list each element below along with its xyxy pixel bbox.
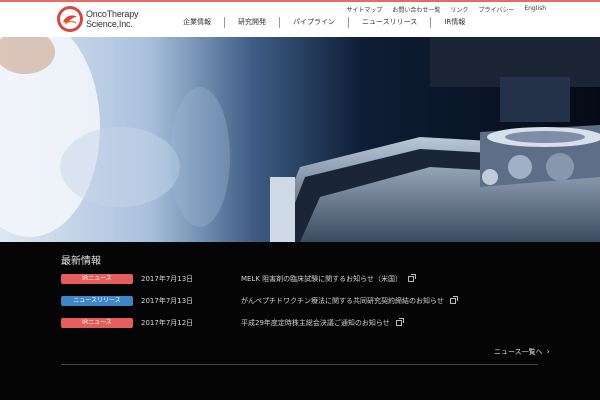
category-badge: ニュースリリース <box>61 296 133 306</box>
news-heading: 最新情報 <box>61 256 101 267</box>
main-navigation: 企業情報 研究開発 パイプライン ニュースリリース IR情報 <box>170 17 465 28</box>
news-item[interactable]: IRニュース 2017年7月13日 MELK 阻害剤の臨床試験に関するお知らせ（… <box>61 274 541 286</box>
news-item[interactable]: IRニュース 2017年7月12日 平成29年度定時株主総会決議ご通知のお知らせ <box>61 318 541 330</box>
news-item[interactable]: ニュースリリース 2017年7月13日 がんペプチドワクチン療法に関する共同研究… <box>61 296 541 308</box>
news-headline[interactable]: MELK 阻害剤の臨床試験に関するお知らせ（米国） <box>241 274 417 284</box>
news-date: 2017年7月12日 <box>141 319 194 327</box>
nav-item-ir[interactable]: IR情報 <box>431 17 465 28</box>
logo-emblem-icon <box>57 6 83 32</box>
utility-links: サイトマップ お問い合わせ一覧 リンク プライバシー English <box>346 5 546 14</box>
divider <box>61 364 538 365</box>
news-section: 最新情報 IRニュース 2017年7月13日 MELK 阻害剤の臨床試験に関する… <box>0 242 600 400</box>
news-more-link[interactable]: ニュース一覧へ › <box>494 347 550 357</box>
category-badge: IRニュース <box>61 318 133 328</box>
utility-link-english[interactable]: English <box>524 5 546 14</box>
utility-link-sitemap[interactable]: サイトマップ <box>346 5 382 14</box>
external-link-icon <box>395 318 404 326</box>
utility-link-contact[interactable]: お問い合わせ一覧 <box>392 5 440 14</box>
external-link-icon <box>408 274 417 282</box>
site-header: OncoTherapy Science,Inc. サイトマップ お問い合わせ一覧… <box>0 2 600 37</box>
nav-item-research[interactable]: 研究開発 <box>225 17 280 28</box>
news-date: 2017年7月13日 <box>141 275 194 283</box>
category-badge: IRニュース <box>61 274 133 284</box>
news-date: 2017年7月13日 <box>141 297 194 305</box>
external-link-icon <box>449 296 458 304</box>
news-headline[interactable]: がんペプチドワクチン療法に関する共同研究契約締結のお知らせ <box>241 296 458 306</box>
utility-link-privacy[interactable]: プライバシー <box>478 5 514 14</box>
news-headline[interactable]: 平成29年度定時株主総会決議ご通知のお知らせ <box>241 318 404 328</box>
utility-link-links[interactable]: リンク <box>450 5 468 14</box>
company-logo[interactable]: OncoTherapy Science,Inc. <box>56 5 146 35</box>
chevron-right-icon: › <box>546 347 550 356</box>
nav-item-pipeline[interactable]: パイプライン <box>280 17 349 28</box>
logo-text: OncoTherapy Science,Inc. <box>86 9 139 29</box>
hero-image <box>0 37 600 242</box>
nav-item-news-release[interactable]: ニュースリリース <box>349 17 432 28</box>
nav-item-company[interactable]: 企業情報 <box>170 17 225 28</box>
